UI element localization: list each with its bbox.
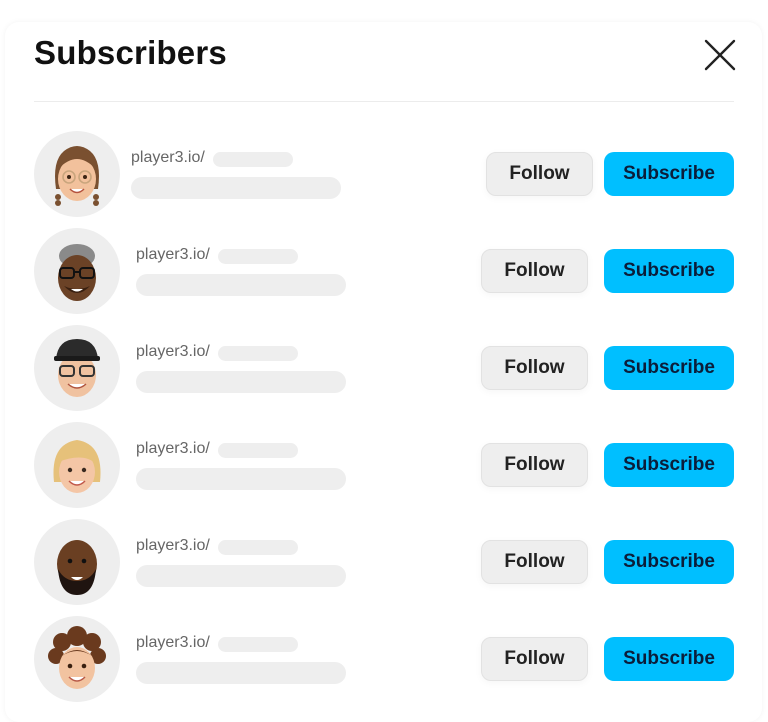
close-button[interactable]	[702, 37, 738, 73]
avatar	[34, 519, 120, 605]
subscribe-button[interactable]: Subscribe	[604, 346, 734, 390]
profile-url-prefix: player3.io/	[131, 149, 205, 166]
name-placeholder	[131, 177, 341, 199]
subscribe-button[interactable]: Subscribe	[604, 443, 734, 487]
avatar	[34, 228, 120, 314]
name-placeholder	[136, 468, 346, 490]
username-placeholder	[218, 637, 298, 652]
avatar	[34, 325, 120, 411]
subscriber-row: player3.io/ Follow Subscribe	[0, 519, 768, 605]
subscriber-row: player3.io/ Follow Subscribe	[0, 616, 768, 702]
username-placeholder	[218, 540, 298, 555]
subscriber-row: player3.io/ Follow Subscribe	[0, 131, 768, 217]
follow-button[interactable]: Follow	[481, 443, 588, 487]
profile-url-prefix: player3.io/	[136, 246, 210, 263]
profile-url-prefix: player3.io/	[136, 440, 210, 457]
avatar	[34, 131, 120, 217]
follow-button[interactable]: Follow	[481, 249, 588, 293]
name-placeholder	[136, 662, 346, 684]
follow-button[interactable]: Follow	[481, 346, 588, 390]
name-placeholder	[136, 565, 346, 587]
subscribe-button[interactable]: Subscribe	[604, 152, 734, 196]
subscriber-row: player3.io/ Follow Subscribe	[0, 422, 768, 508]
subscribe-button[interactable]: Subscribe	[604, 540, 734, 584]
subscriber-row: player3.io/ Follow Subscribe	[0, 228, 768, 314]
name-placeholder	[136, 274, 346, 296]
username-placeholder	[213, 152, 293, 167]
username-placeholder	[218, 443, 298, 458]
follow-button[interactable]: Follow	[481, 637, 588, 681]
profile-url-prefix: player3.io/	[136, 537, 210, 554]
profile-url-prefix: player3.io/	[136, 343, 210, 360]
profile-url-prefix: player3.io/	[136, 634, 210, 651]
subscriber-row: player3.io/ Follow Subscribe	[0, 325, 768, 411]
subscribe-button[interactable]: Subscribe	[604, 249, 734, 293]
username-placeholder	[218, 346, 298, 361]
username-placeholder	[218, 249, 298, 264]
follow-button[interactable]: Follow	[486, 152, 593, 196]
subscribe-button[interactable]: Subscribe	[604, 637, 734, 681]
follow-button[interactable]: Follow	[481, 540, 588, 584]
name-placeholder	[136, 371, 346, 393]
avatar	[34, 422, 120, 508]
avatar	[34, 616, 120, 702]
close-icon	[704, 39, 736, 71]
header-divider	[34, 101, 734, 102]
modal-title: Subscribers	[34, 34, 227, 71]
